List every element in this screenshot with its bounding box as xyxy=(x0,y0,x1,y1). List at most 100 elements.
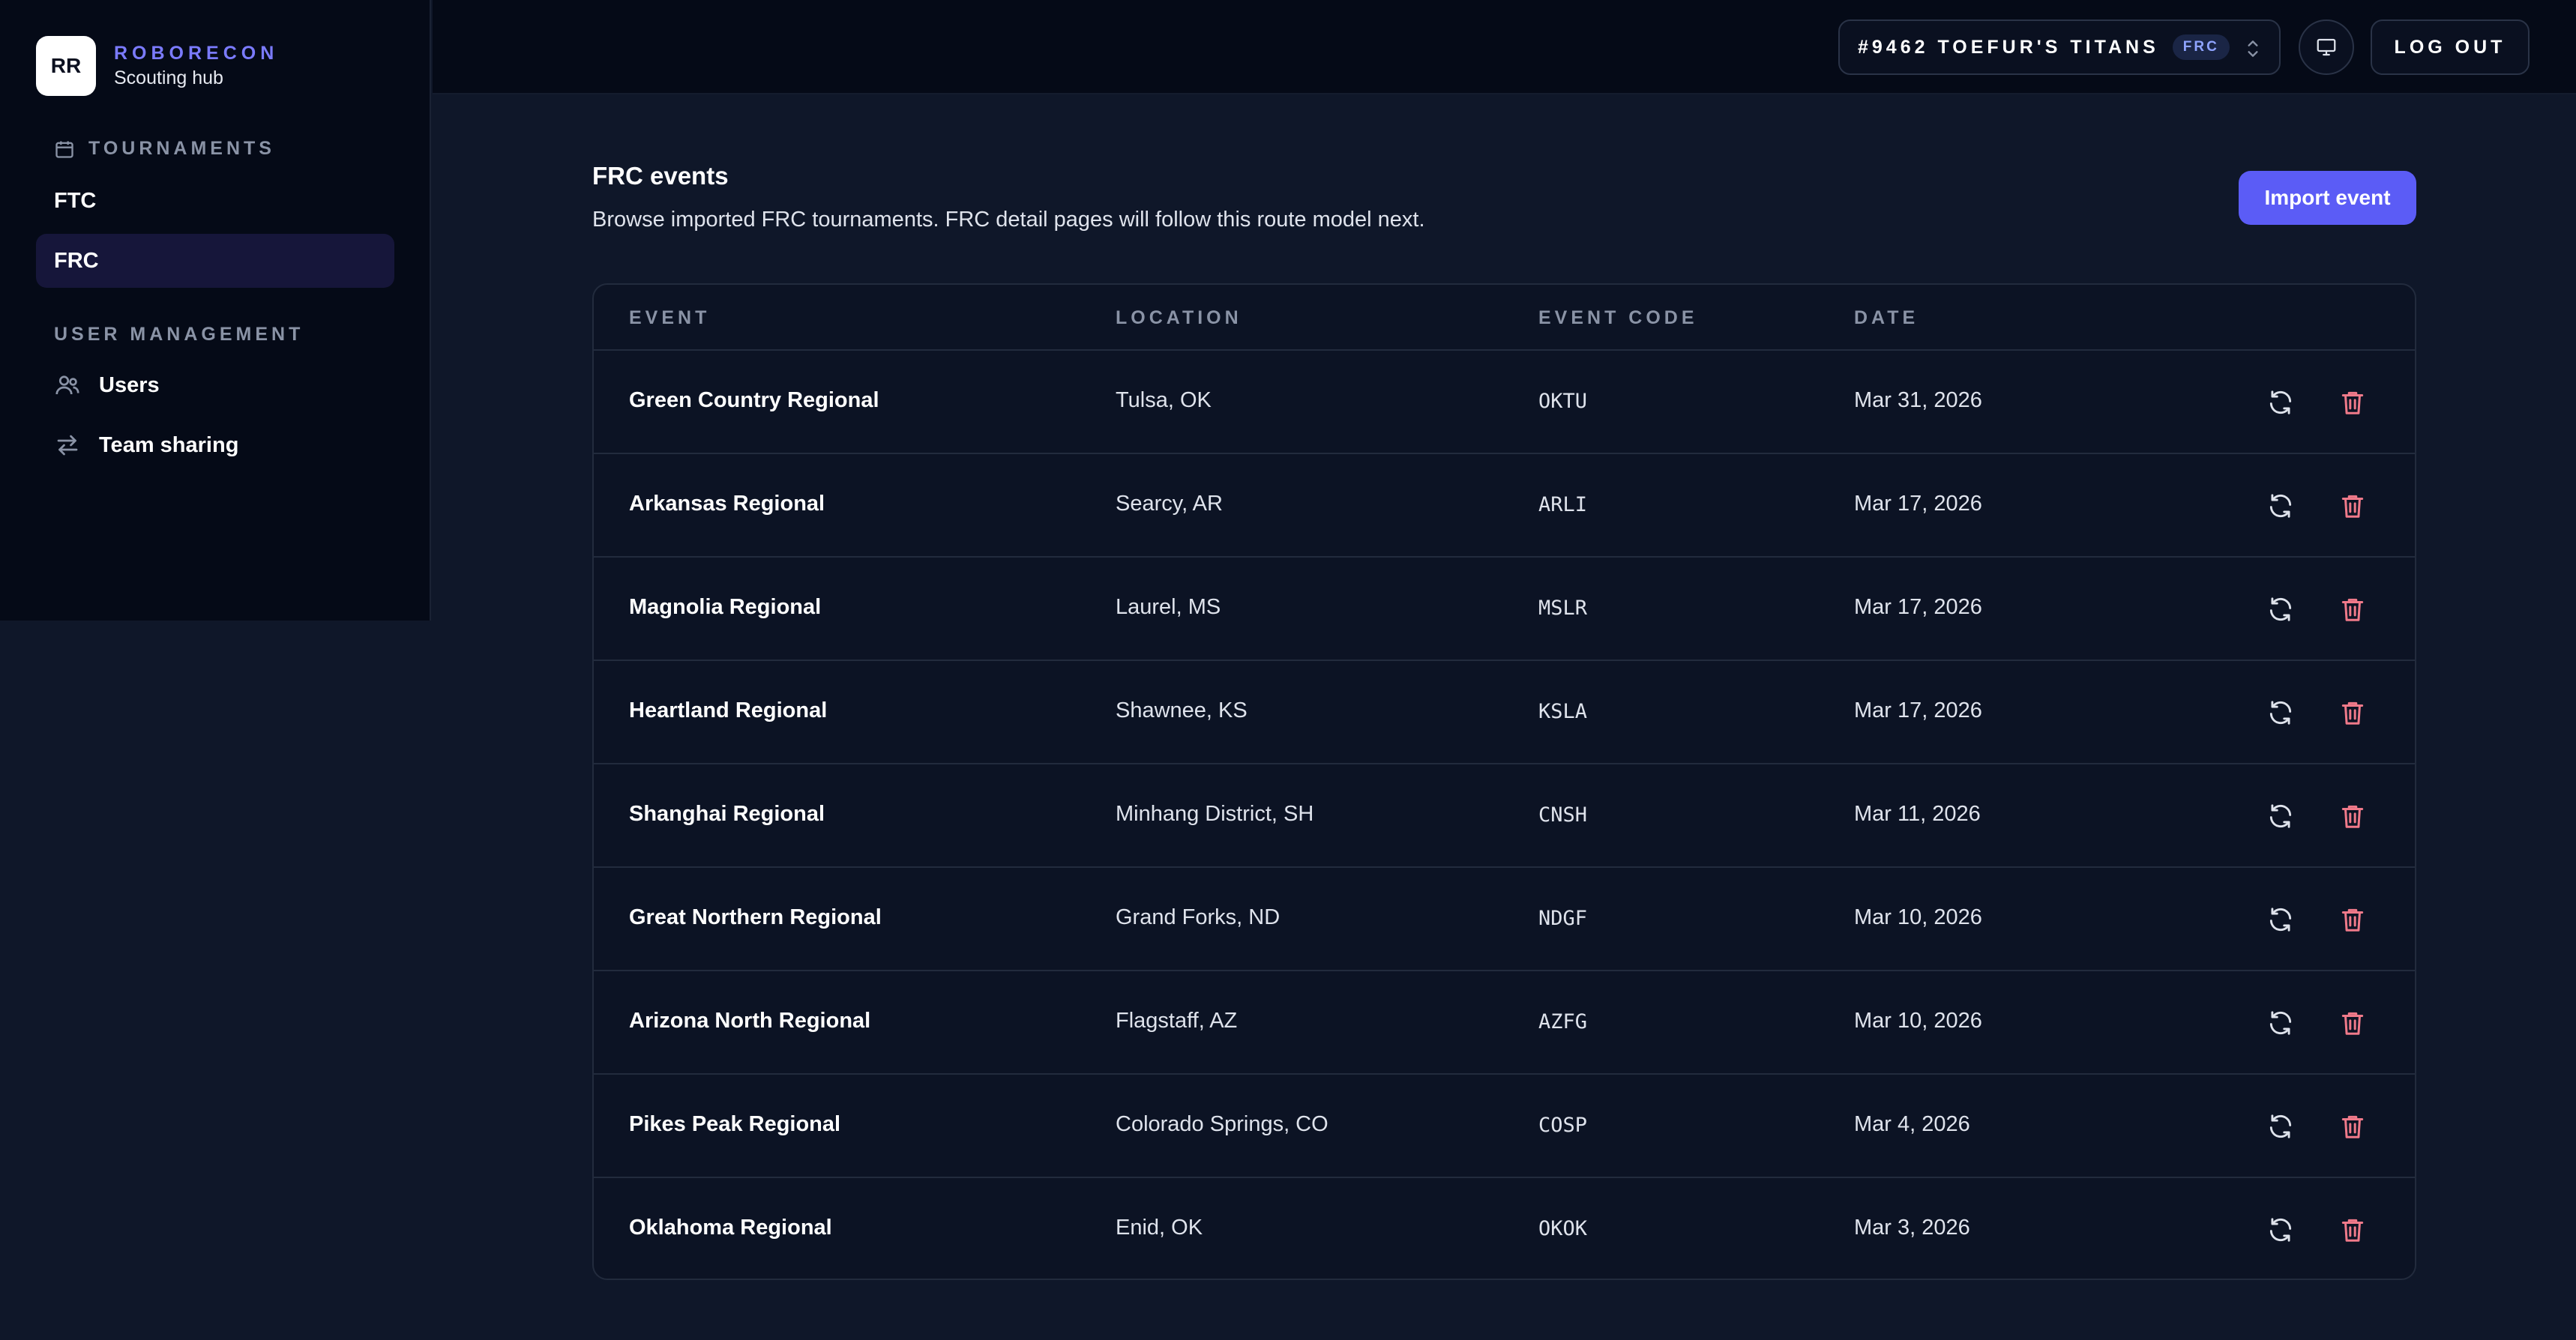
event-date: Mar 11, 2026 xyxy=(1854,802,1981,826)
table-row[interactable]: Pikes Peak Regional Colorado Springs, CO… xyxy=(594,1075,2415,1178)
event-name[interactable]: Great Northern Regional xyxy=(629,905,882,930)
sync-button[interactable] xyxy=(2263,798,2299,834)
refresh-icon xyxy=(2269,390,2292,414)
event-date: Mar 17, 2026 xyxy=(1854,698,1982,722)
event-code: MSLR xyxy=(1538,597,1588,620)
sync-button[interactable] xyxy=(2263,1108,2299,1144)
refresh-icon xyxy=(2269,1011,2292,1035)
sidebar-item-team-sharing[interactable]: Team sharing xyxy=(36,418,394,472)
event-code: COSP xyxy=(1538,1114,1588,1137)
event-location: Laurel, MS xyxy=(1116,595,1221,619)
event-name[interactable]: Heartland Regional xyxy=(629,698,827,723)
event-code: KSLA xyxy=(1538,700,1588,723)
user-management-section-label: USER MANAGEMENT xyxy=(54,324,304,345)
table-row[interactable]: Great Northern Regional Grand Forks, ND … xyxy=(594,868,2415,971)
sidebar-item-frc[interactable]: FRC xyxy=(36,234,394,288)
logout-button[interactable]: LOG OUT xyxy=(2371,19,2530,75)
delete-button[interactable] xyxy=(2335,1108,2371,1144)
trash-icon xyxy=(2341,701,2364,725)
tournaments-section-label: TOURNAMENTS xyxy=(54,138,275,160)
event-date: Mar 17, 2026 xyxy=(1854,595,1982,619)
sync-button[interactable] xyxy=(2263,695,2299,731)
refresh-icon xyxy=(2269,494,2292,518)
page-title: FRC events xyxy=(592,162,729,190)
delete-button[interactable] xyxy=(2335,695,2371,731)
sidebar-item-users[interactable]: Users xyxy=(36,358,394,412)
column-header-event[interactable]: EVENT xyxy=(629,307,710,329)
refresh-icon xyxy=(2269,1218,2292,1242)
team-badge: FRC xyxy=(2172,34,2230,60)
table-header: EVENT LOCATION EVENT CODE DATE xyxy=(594,285,2415,351)
table-row[interactable]: Magnolia Regional Laurel, MS MSLR Mar 17… xyxy=(594,558,2415,661)
table-row[interactable]: Arizona North Regional Flagstaff, AZ AZF… xyxy=(594,971,2415,1075)
swap-arrows-icon xyxy=(57,435,78,456)
table-row[interactable]: Heartland Regional Shawnee, KS KSLA Mar … xyxy=(594,661,2415,764)
event-code: CNSH xyxy=(1538,803,1588,827)
brand[interactable]: RR ROBORECON Scouting hub xyxy=(36,36,278,96)
event-location: Grand Forks, ND xyxy=(1116,905,1281,929)
sidebar-item-ftc[interactable]: FTC xyxy=(36,174,394,228)
event-date: Mar 31, 2026 xyxy=(1854,388,1982,412)
event-name[interactable]: Magnolia Regional xyxy=(629,595,821,620)
trash-icon xyxy=(2341,598,2364,621)
refresh-icon xyxy=(2269,908,2292,932)
table-row[interactable]: Shanghai Regional Minhang District, SH C… xyxy=(594,764,2415,868)
calendar-icon xyxy=(55,141,73,158)
event-date: Mar 10, 2026 xyxy=(1854,905,1982,929)
event-date: Mar 4, 2026 xyxy=(1854,1112,1970,1136)
team-selector[interactable]: #9462 TOEFUR'S TITANS FRC xyxy=(1838,19,2281,75)
event-code: ARLI xyxy=(1538,493,1588,516)
table-row[interactable]: Arkansas Regional Searcy, AR ARLI Mar 17… xyxy=(594,454,2415,558)
event-location: Shawnee, KS xyxy=(1116,698,1248,722)
event-name[interactable]: Pikes Peak Regional xyxy=(629,1112,840,1137)
sync-button[interactable] xyxy=(2263,902,2299,938)
import-event-button[interactable]: Import event xyxy=(2239,171,2416,225)
chevron-up-down-icon xyxy=(2248,40,2258,57)
delete-button[interactable] xyxy=(2335,902,2371,938)
refresh-icon xyxy=(2269,1114,2292,1138)
trash-icon xyxy=(2341,1115,2364,1138)
delete-button[interactable] xyxy=(2335,1212,2371,1248)
event-name[interactable]: Green Country Regional xyxy=(629,388,879,413)
event-location: Searcy, AR xyxy=(1116,492,1223,516)
team-name: #9462 TOEFUR'S TITANS xyxy=(1858,36,2159,58)
sync-button[interactable] xyxy=(2263,591,2299,627)
sync-button[interactable] xyxy=(2263,1212,2299,1248)
event-code: NDGF xyxy=(1538,907,1588,930)
event-date: Mar 3, 2026 xyxy=(1854,1216,1970,1240)
event-name[interactable]: Arizona North Regional xyxy=(629,1009,870,1033)
delete-button[interactable] xyxy=(2335,1005,2371,1041)
table-row[interactable]: Green Country Regional Tulsa, OK OKTU Ma… xyxy=(594,351,2415,454)
event-name[interactable]: Oklahoma Regional xyxy=(629,1216,832,1240)
column-header-event-code[interactable]: EVENT CODE xyxy=(1538,307,1698,329)
sync-button[interactable] xyxy=(2263,384,2299,420)
delete-button[interactable] xyxy=(2335,591,2371,627)
sync-button[interactable] xyxy=(2263,1005,2299,1041)
delete-button[interactable] xyxy=(2335,384,2371,420)
event-name[interactable]: Shanghai Regional xyxy=(629,802,825,827)
brand-subtitle: Scouting hub xyxy=(114,67,223,88)
monitor-icon xyxy=(2317,38,2336,56)
refresh-icon xyxy=(2269,701,2292,725)
refresh-icon xyxy=(2269,804,2292,828)
event-code: OKTU xyxy=(1538,390,1588,413)
column-header-location[interactable]: LOCATION xyxy=(1116,307,1242,329)
event-name[interactable]: Arkansas Regional xyxy=(629,492,825,516)
sync-button[interactable] xyxy=(2263,488,2299,524)
display-mode-button[interactable] xyxy=(2299,19,2354,75)
column-header-date[interactable]: DATE xyxy=(1854,307,1919,329)
trash-icon xyxy=(2341,1219,2364,1242)
event-location: Tulsa, OK xyxy=(1116,388,1212,412)
event-code: AZFG xyxy=(1538,1010,1588,1033)
event-location: Minhang District, SH xyxy=(1116,802,1314,826)
event-date: Mar 17, 2026 xyxy=(1854,492,1982,516)
refresh-icon xyxy=(2269,597,2292,621)
event-location: Colorado Springs, CO xyxy=(1116,1112,1328,1136)
delete-button[interactable] xyxy=(2335,488,2371,524)
delete-button[interactable] xyxy=(2335,798,2371,834)
page-subtitle: Browse imported FRC tournaments. FRC det… xyxy=(592,208,1425,232)
trash-icon xyxy=(2341,805,2364,828)
table-row[interactable]: Oklahoma Regional Enid, OK OKOK Mar 3, 2… xyxy=(594,1178,2415,1279)
brand-logo: RR xyxy=(36,36,96,96)
sidebar: RR ROBORECON Scouting hub TOURNAMENTS FT… xyxy=(0,0,431,621)
